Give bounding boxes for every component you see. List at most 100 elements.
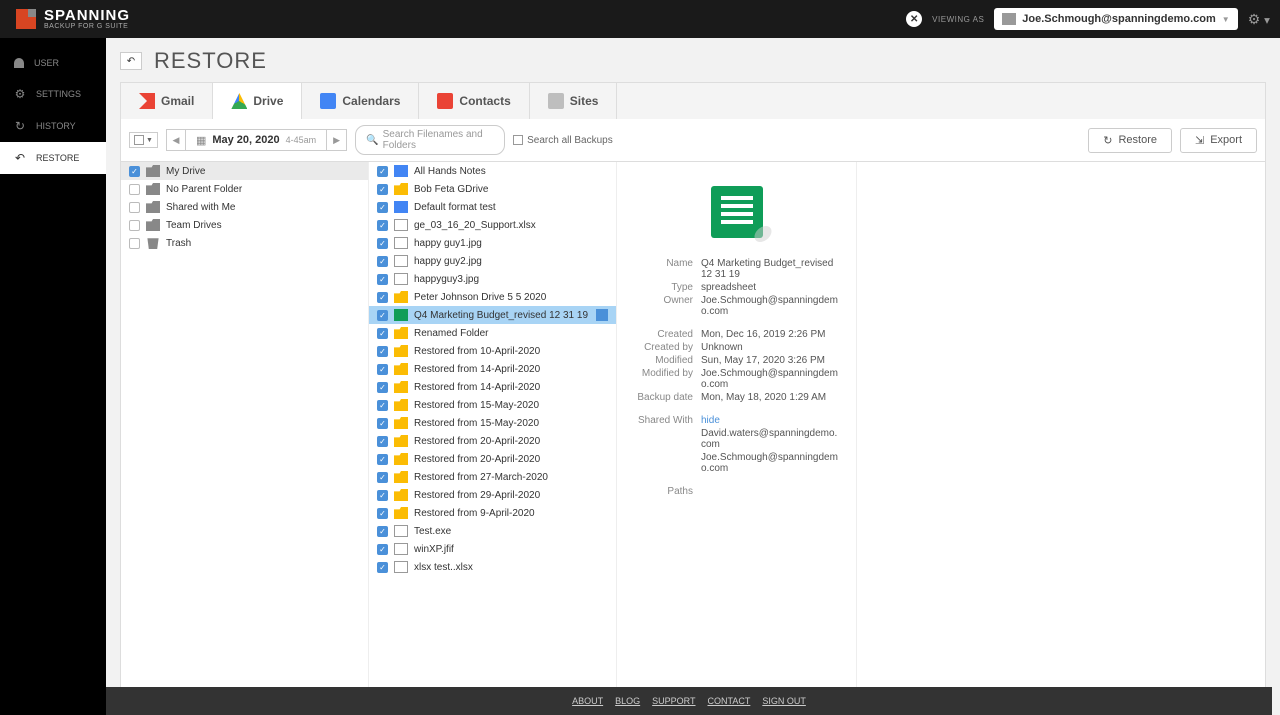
file-item[interactable]: Test.exe <box>369 522 616 540</box>
file-item[interactable]: Restored from 14-April-2020 <box>369 360 616 378</box>
footer-contact[interactable]: CONTACT <box>708 696 751 706</box>
file-label: Restored from 10-April-2020 <box>414 346 608 357</box>
folder-icon <box>394 489 408 501</box>
tree-item[interactable]: No Parent Folder <box>121 180 368 198</box>
file-item[interactable]: Restored from 10-April-2020 <box>369 342 616 360</box>
checkbox[interactable] <box>377 220 388 231</box>
file-item[interactable]: Bob Feta GDrive <box>369 180 616 198</box>
sidebar-item-settings[interactable]: SETTINGS <box>0 78 106 110</box>
file-item[interactable]: Restored from 15-May-2020 <box>369 414 616 432</box>
export-button[interactable]: ⇲ Export <box>1180 128 1257 153</box>
file-item[interactable]: Restored from 14-April-2020 <box>369 378 616 396</box>
file-item[interactable]: Restored from 9-April-2020 <box>369 504 616 522</box>
footer-support[interactable]: SUPPORT <box>652 696 695 706</box>
checkbox[interactable] <box>129 202 140 213</box>
checkbox[interactable] <box>129 166 140 177</box>
file-item[interactable]: ge_03_16_20_Support.xlsx <box>369 216 616 234</box>
toolbar: ▼ ◀ ▦ May 20, 2020 4-45am ▶ 🔍 Search Fil… <box>120 119 1266 162</box>
file-item[interactable]: happy guy2.jpg <box>369 252 616 270</box>
brand-icon <box>16 9 36 29</box>
tree-item[interactable]: Team Drives <box>121 216 368 234</box>
file-item[interactable]: Renamed Folder <box>369 324 616 342</box>
tree-label: My Drive <box>166 166 360 177</box>
tab-calendars[interactable]: Calendars <box>302 83 419 119</box>
checkbox[interactable] <box>377 274 388 285</box>
tab-contacts[interactable]: Contacts <box>419 83 529 119</box>
checkbox[interactable] <box>377 346 388 357</box>
checkbox[interactable] <box>377 256 388 267</box>
checkbox[interactable] <box>377 202 388 213</box>
checkbox[interactable] <box>377 184 388 195</box>
user-selector[interactable]: Joe.Schmough@spanningdemo.com ▼ <box>994 8 1237 30</box>
search-all-label: Search all Backups <box>527 135 613 146</box>
checkbox[interactable] <box>377 292 388 303</box>
prev-date-button[interactable]: ◀ <box>166 129 186 151</box>
select-all-dropdown[interactable]: ▼ <box>129 132 158 148</box>
sidebar-item-user[interactable]: USER <box>0 48 106 78</box>
app-header: SPANNING BACKUP FOR G SUITE ✕ VIEWING AS… <box>0 0 1280 38</box>
checkbox[interactable] <box>377 310 388 321</box>
sidebar-item-history[interactable]: HISTORY <box>0 110 106 142</box>
file-label: Restored from 14-April-2020 <box>414 364 608 375</box>
sidebar-item-restore[interactable]: RESTORE <box>0 142 106 174</box>
search-all-backups-checkbox[interactable]: Search all Backups <box>513 135 613 146</box>
checkbox[interactable] <box>377 526 388 537</box>
chevron-down-icon: ▼ <box>1222 15 1230 24</box>
checkbox[interactable] <box>377 436 388 447</box>
tree-item[interactable]: Trash <box>121 234 368 252</box>
folder-grey-icon <box>146 219 160 231</box>
file-item[interactable]: Peter Johnson Drive 5 5 2020 <box>369 288 616 306</box>
checkbox[interactable] <box>377 328 388 339</box>
sheet-icon <box>394 309 408 321</box>
footer-signout[interactable]: SIGN OUT <box>762 696 806 706</box>
sidebar-label: HISTORY <box>36 121 76 131</box>
checkbox[interactable] <box>377 166 388 177</box>
gear-icon[interactable]: ⚙ ▾ <box>1248 11 1270 28</box>
file-item[interactable]: winXP.jfif <box>369 540 616 558</box>
footer-about[interactable]: ABOUT <box>572 696 603 706</box>
checkbox[interactable] <box>377 364 388 375</box>
file-item[interactable]: Default format test <box>369 198 616 216</box>
close-viewing-as-button[interactable]: ✕ <box>906 11 922 27</box>
sidebar-label: USER <box>34 58 59 68</box>
checkbox[interactable] <box>129 238 140 249</box>
date-display[interactable]: ▦ May 20, 2020 4-45am <box>186 129 327 151</box>
checkbox[interactable] <box>129 184 140 195</box>
tab-drive[interactable]: Drive <box>213 83 302 119</box>
crown-icon <box>1002 13 1016 25</box>
tab-gmail[interactable]: Gmail <box>121 83 213 119</box>
file-label: Peter Johnson Drive 5 5 2020 <box>414 292 608 303</box>
file-item[interactable]: happyguy3.jpg <box>369 270 616 288</box>
file-label: Restored from 27-March-2020 <box>414 472 608 483</box>
checkbox[interactable] <box>377 490 388 501</box>
file-item[interactable]: Restored from 15-May-2020 <box>369 396 616 414</box>
file-item[interactable]: Restored from 20-April-2020 <box>369 432 616 450</box>
checkbox[interactable] <box>377 382 388 393</box>
checkbox[interactable] <box>377 400 388 411</box>
checkbox[interactable] <box>377 562 388 573</box>
hide-link[interactable]: hide <box>701 415 720 426</box>
file-item[interactable]: Restored from 20-April-2020 <box>369 450 616 468</box>
restore-button[interactable]: ↻ Restore <box>1088 128 1172 153</box>
checkbox[interactable] <box>377 238 388 249</box>
file-item[interactable]: xlsx test..xlsx <box>369 558 616 576</box>
checkbox[interactable] <box>377 418 388 429</box>
checkbox[interactable] <box>377 472 388 483</box>
file-item[interactable]: happy guy1.jpg <box>369 234 616 252</box>
checkbox[interactable] <box>377 508 388 519</box>
footer-blog[interactable]: BLOG <box>615 696 640 706</box>
tree-item[interactable]: Shared with Me <box>121 198 368 216</box>
file-item[interactable]: All Hands Notes <box>369 162 616 180</box>
tree-item[interactable]: My Drive <box>121 162 368 180</box>
file-item[interactable]: Restored from 29-April-2020 <box>369 486 616 504</box>
checkbox[interactable] <box>377 544 388 555</box>
file-item[interactable]: Restored from 27-March-2020 <box>369 468 616 486</box>
checkbox[interactable] <box>377 454 388 465</box>
search-input[interactable]: 🔍 Search Filenames and Folders <box>355 125 505 155</box>
tab-sites[interactable]: Sites <box>530 83 618 119</box>
next-date-button[interactable]: ▶ <box>327 129 347 151</box>
back-button[interactable]: ↶ <box>120 52 142 70</box>
checkbox[interactable] <box>129 220 140 231</box>
file-item[interactable]: Q4 Marketing Budget_revised 12 31 19 <box>369 306 616 324</box>
shared-with-user: Joe.Schmough@spanningdemo.com <box>701 452 840 474</box>
